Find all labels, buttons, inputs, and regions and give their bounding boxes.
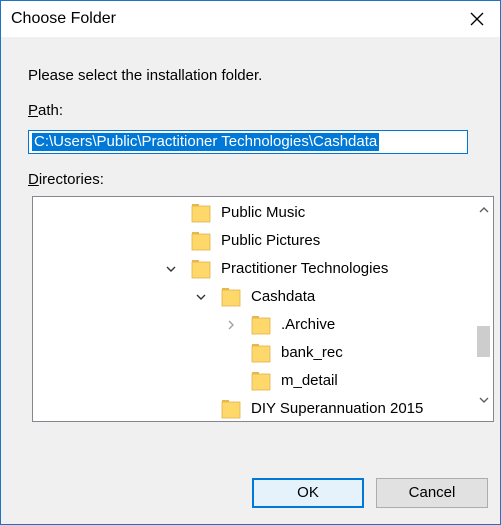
close-icon	[470, 12, 484, 26]
path-label-accelerator: P	[28, 102, 39, 119]
instruction-text: Please select the installation folder.	[28, 67, 263, 84]
choose-folder-dialog: Choose Folder Please select the installa…	[0, 0, 501, 525]
path-label: Path:	[28, 102, 63, 119]
tree-item-label: Public Music	[221, 204, 306, 221]
folder-icon	[251, 343, 271, 363]
scroll-down-button[interactable]	[474, 393, 493, 407]
chevron-up-icon	[479, 206, 488, 212]
tree-item[interactable]: bank_rec	[33, 339, 473, 367]
folder-icon	[251, 315, 271, 335]
tree-item-label: m_detail	[281, 372, 338, 389]
ok-button[interactable]: OK	[252, 478, 364, 508]
tree-item[interactable]: m_detail	[33, 367, 473, 395]
vertical-scrollbar[interactable]	[474, 197, 493, 421]
folder-icon	[191, 259, 211, 279]
directories-label: Directories:	[28, 171, 104, 188]
directories-label-text: irectories:	[38, 171, 104, 188]
close-button[interactable]	[454, 1, 500, 37]
chevron-right-icon[interactable]	[225, 319, 237, 331]
tree-item[interactable]: Cashdata	[33, 283, 473, 311]
tree-item-label: Practitioner Technologies	[221, 260, 389, 277]
tree-item-label: Public Pictures	[221, 232, 321, 249]
tree-item-label: Cashdata	[251, 288, 316, 305]
title-bar: Choose Folder	[1, 1, 500, 37]
tree-item-label: DIY Superannuation 2015	[251, 400, 424, 417]
tree-item[interactable]: DIY Superannuation 2015	[33, 395, 473, 421]
path-input[interactable]: C:\Users\Public\Practitioner Technologie…	[28, 130, 468, 154]
scrollbar-thumb[interactable]	[477, 326, 490, 357]
path-label-text: ath:	[38, 102, 64, 119]
tree-item-label: .Archive	[281, 316, 336, 333]
scroll-up-button[interactable]	[474, 202, 493, 216]
cancel-button[interactable]: Cancel	[376, 478, 488, 508]
chevron-down-icon[interactable]	[165, 263, 177, 275]
path-input-value: C:\Users\Public\Practitioner Technologie…	[32, 133, 380, 151]
tree-item[interactable]: .Archive	[33, 311, 473, 339]
dialog-title: Choose Folder	[11, 10, 116, 27]
tree-item-label: bank_rec	[281, 344, 343, 361]
folder-icon	[191, 203, 211, 223]
directory-tree[interactable]: Public Music Public Pictures Practitioner …	[32, 196, 494, 422]
directories-label-accelerator: D	[28, 171, 39, 188]
folder-icon	[251, 371, 271, 391]
tree-item[interactable]: Public Pictures	[33, 227, 473, 255]
folder-icon	[221, 399, 241, 419]
tree-item[interactable]: Public Music	[33, 199, 473, 227]
chevron-down-icon	[479, 397, 488, 403]
folder-icon	[191, 231, 211, 251]
folder-icon	[221, 287, 241, 307]
chevron-down-icon[interactable]	[195, 291, 207, 303]
tree-item[interactable]: Practitioner Technologies	[33, 255, 473, 283]
